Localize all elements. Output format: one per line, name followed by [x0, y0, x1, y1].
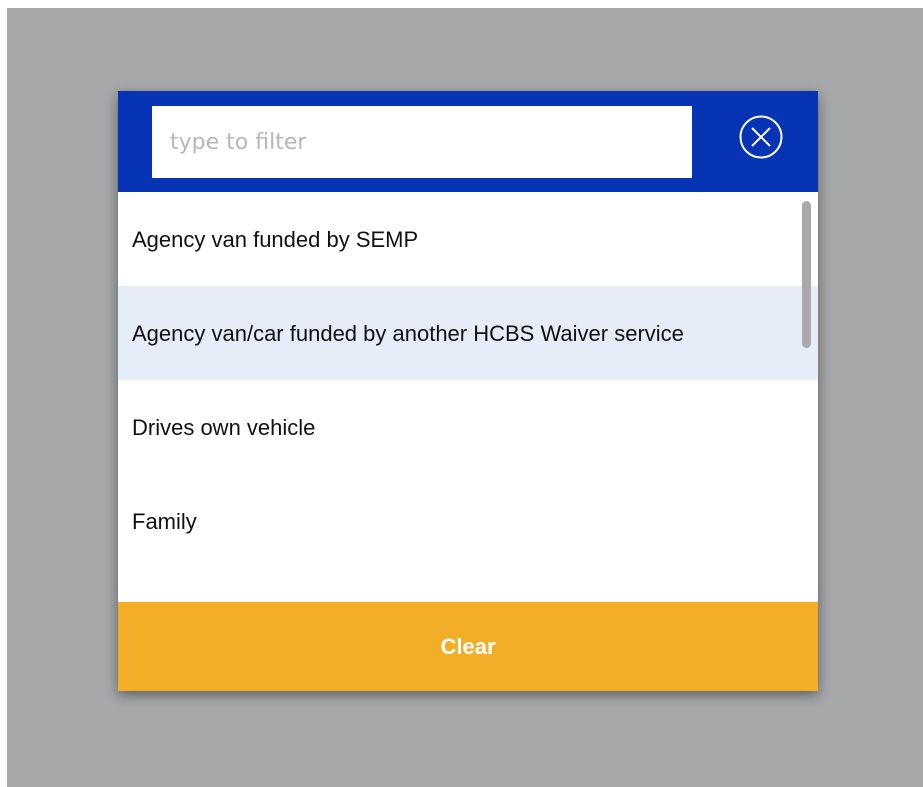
clear-button[interactable]: Clear — [118, 602, 818, 691]
options-list: Agency van funded by SEMP Agency van/car… — [118, 192, 818, 568]
filter-input[interactable] — [152, 106, 692, 178]
list-item-label: Agency van/car funded by another HCBS Wa… — [132, 320, 684, 346]
list-item[interactable]: Family — [118, 474, 818, 568]
close-button[interactable] — [737, 113, 785, 161]
list-item-label: Agency van funded by SEMP — [132, 226, 419, 252]
list-item[interactable]: Agency van funded by SEMP — [118, 192, 818, 286]
options-list-container: Agency van funded by SEMP Agency van/car… — [118, 192, 818, 602]
list-item[interactable]: Agency van/car funded by another HCBS Wa… — [118, 286, 818, 380]
list-item-label: Family — [132, 508, 197, 534]
list-item-label: Drives own vehicle — [132, 414, 316, 440]
scrollbar-thumb[interactable] — [802, 201, 811, 348]
dialog-header — [118, 91, 818, 192]
close-circle-icon — [739, 115, 783, 159]
scrollbar[interactable] — [802, 199, 811, 599]
filter-select-dialog: Agency van funded by SEMP Agency van/car… — [118, 91, 818, 691]
list-item[interactable]: Drives own vehicle — [118, 380, 818, 474]
